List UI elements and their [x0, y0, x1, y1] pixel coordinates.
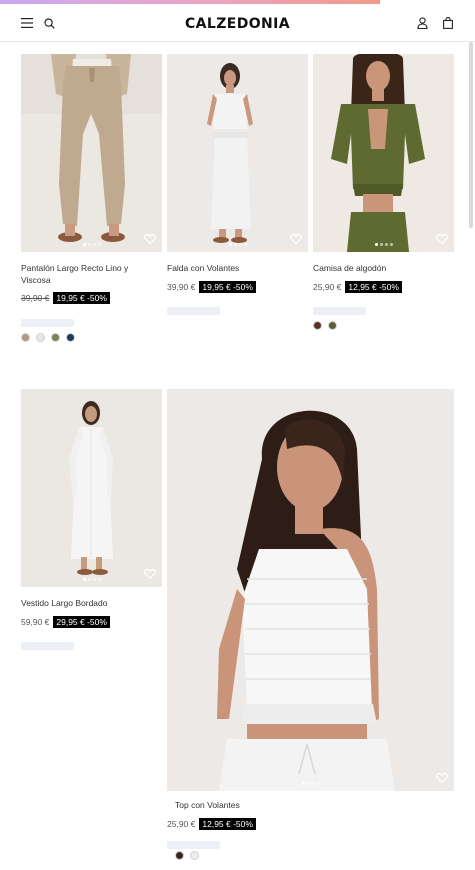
product-card[interactable]: Vestido Largo Bordado 59,90 € 29,95 € -5…	[21, 389, 162, 659]
color-swatch[interactable]	[190, 851, 199, 860]
original-price: 25,90 €	[313, 282, 342, 292]
product-card[interactable]: Top con Volantes 25,90 € 12,95 € -50%	[167, 389, 454, 865]
heart-icon[interactable]	[436, 772, 448, 784]
color-swatches	[21, 333, 75, 342]
original-price: 25,90 €	[167, 819, 196, 829]
color-swatch[interactable]	[51, 333, 60, 342]
product-card[interactable]: Pantalón Largo Recto Lino y Viscosa 39,9…	[21, 54, 162, 354]
loading-placeholder	[167, 841, 220, 849]
color-swatches	[313, 321, 337, 330]
loading-placeholder	[21, 319, 74, 327]
color-swatch[interactable]	[21, 333, 30, 342]
account-icon	[416, 17, 428, 29]
original-price: 59,90 €	[21, 617, 50, 627]
color-swatches	[175, 851, 199, 860]
image-pagination	[82, 578, 101, 581]
sale-price-badge: 12,95 € -50%	[199, 818, 256, 830]
product-image[interactable]	[21, 54, 162, 252]
product-name[interactable]: Pantalón Largo Recto Lino y Viscosa	[21, 262, 156, 286]
heart-icon[interactable]	[436, 233, 448, 245]
original-price: 39,90 €	[21, 293, 50, 303]
site-header: CALZEDONIA	[0, 4, 475, 42]
image-pagination	[82, 243, 101, 246]
heart-icon[interactable]	[144, 233, 156, 245]
product-price: 25,90 € 12,95 € -50%	[313, 281, 402, 293]
heart-icon[interactable]	[144, 568, 156, 580]
account-button[interactable]	[413, 14, 431, 32]
image-pagination	[374, 243, 393, 246]
product-image[interactable]	[313, 54, 454, 252]
loading-placeholder	[21, 642, 74, 650]
product-price: 59,90 € 29,95 € -50%	[21, 616, 110, 628]
color-swatch[interactable]	[36, 333, 45, 342]
bag-icon	[443, 17, 453, 29]
color-swatch[interactable]	[175, 851, 184, 860]
product-card[interactable]: Falda con Volantes 39,90 € 19,95 € -50%	[167, 54, 308, 334]
product-card[interactable]: Camisa de algodón 25,90 € 12,95 € -50%	[313, 54, 454, 344]
product-price: 39,90 € 19,95 € -50%	[167, 281, 256, 293]
scrollbar[interactable]	[469, 42, 473, 228]
product-image[interactable]	[21, 389, 162, 587]
product-name[interactable]: Falda con Volantes	[167, 262, 302, 274]
product-image[interactable]	[167, 389, 454, 791]
color-swatch[interactable]	[66, 333, 75, 342]
color-swatch[interactable]	[328, 321, 337, 330]
loading-placeholder	[167, 307, 220, 315]
original-price: 39,90 €	[167, 282, 196, 292]
product-price: 25,90 € 12,95 € -50%	[167, 818, 256, 830]
color-swatch[interactable]	[313, 321, 322, 330]
product-name[interactable]: Camisa de algodón	[313, 262, 448, 274]
sale-price-badge: 29,95 € -50%	[53, 616, 110, 628]
product-price: 39,90 € 19,95 € -50%	[21, 292, 110, 304]
heart-icon[interactable]	[290, 233, 302, 245]
sale-price-badge: 19,95 € -50%	[199, 281, 256, 293]
image-pagination	[228, 243, 247, 246]
brand-logo[interactable]: CALZEDONIA	[0, 16, 475, 32]
image-pagination	[301, 782, 320, 785]
sale-price-badge: 19,95 € -50%	[53, 292, 110, 304]
sale-price-badge: 12,95 € -50%	[345, 281, 402, 293]
product-name[interactable]: Top con Volantes	[175, 799, 445, 811]
bag-button[interactable]	[439, 14, 457, 32]
loading-placeholder	[313, 307, 366, 315]
product-name[interactable]: Vestido Largo Bordado	[21, 597, 156, 609]
product-image[interactable]	[167, 54, 308, 252]
